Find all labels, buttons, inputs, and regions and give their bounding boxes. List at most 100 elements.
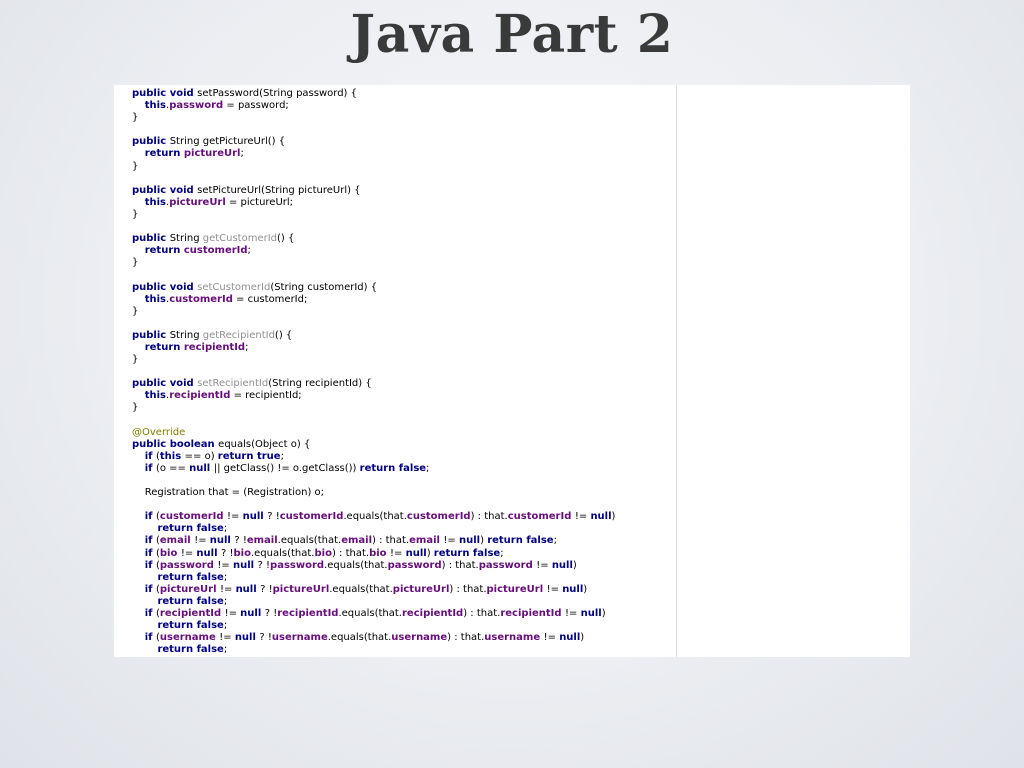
- code-line: if (o == null || getClass() != o.getClas…: [132, 463, 615, 475]
- code-token: getRecipientId: [202, 329, 275, 341]
- code-token: !=: [217, 559, 233, 571]
- code-token: ;: [223, 644, 228, 656]
- code-token: public void: [132, 281, 198, 293]
- code-token: ) : that.: [372, 535, 410, 547]
- code-token: return false: [157, 595, 224, 607]
- code-line: return pictureUrl;: [132, 148, 615, 160]
- code-token: ) : that.: [449, 583, 487, 595]
- code-token: null: [459, 535, 481, 547]
- code-token: if: [144, 583, 156, 595]
- code-token: return: [144, 148, 184, 160]
- code-token: recipientId: [277, 608, 339, 620]
- code-token: ) : that.: [441, 559, 479, 571]
- code-token: .equals(that.: [250, 547, 315, 559]
- code-line: public boolean equals(Object o) {: [132, 439, 615, 451]
- code-editor-panel: public void setPassword(String password)…: [114, 85, 910, 657]
- code-token: ? !: [220, 547, 234, 559]
- code-line: }: [132, 306, 615, 318]
- code-token: public: [132, 136, 170, 148]
- code-token: = pictureUrl;: [225, 196, 294, 208]
- code-line: return recipientId;: [132, 342, 615, 354]
- code-token: password: [159, 559, 218, 571]
- code-token: recipientId: [500, 608, 566, 620]
- code-token: username: [391, 632, 448, 644]
- code-token: ;: [553, 535, 557, 547]
- code-token: username: [271, 632, 328, 644]
- code-token: null: [235, 583, 261, 595]
- code-token: Registration that = (Registration) o;: [132, 487, 325, 499]
- code-token: ;: [240, 148, 244, 160]
- code-token: null: [405, 547, 427, 559]
- code-token: !=: [219, 632, 235, 644]
- code-token: public: [132, 233, 170, 245]
- code-token: !=: [543, 632, 560, 644]
- code-token: }: [132, 354, 139, 366]
- code-token: ;: [223, 620, 228, 632]
- code-token: public void: [132, 184, 198, 196]
- code-token: customerId: [406, 511, 471, 523]
- code-token: this: [144, 100, 166, 112]
- code-token: public void: [132, 88, 198, 99]
- code-line: public void setCustomerId(String custome…: [132, 282, 615, 294]
- code-token: .equals(that.: [329, 583, 393, 595]
- code-token: public void: [132, 378, 198, 390]
- code-token: null: [234, 632, 260, 644]
- code-line: return false;: [132, 523, 615, 535]
- code-token: setCustomerId: [197, 281, 271, 293]
- code-token: (o ==: [155, 462, 190, 474]
- code-line: this.password = password;: [132, 100, 615, 112]
- code-token: ) : that.: [331, 547, 370, 559]
- code-token: bio: [369, 547, 391, 559]
- code-token: return false: [157, 523, 224, 535]
- code-line: if (pictureUrl != null ? !pictureUrl.equ…: [132, 584, 615, 596]
- code-line: }: [132, 354, 615, 366]
- code-token: pictureUrl: [392, 583, 450, 595]
- code-token: ? !: [257, 559, 271, 571]
- code-token: password: [270, 559, 325, 571]
- code-token: setPassword(String password) {: [197, 88, 357, 99]
- code-token: String: [169, 233, 203, 245]
- code-line: if (this == o) return true;: [132, 451, 615, 463]
- code-token: null: [189, 462, 214, 474]
- code-token: bio: [314, 547, 332, 559]
- code-line: return false;: [132, 620, 615, 632]
- code-token: password: [387, 559, 442, 571]
- code-token: customerId: [169, 293, 233, 305]
- code-token: ): [611, 511, 616, 523]
- code-token: bio: [159, 547, 181, 559]
- code-token: if: [144, 632, 156, 644]
- code-line: if (username != null ? !username.equals(…: [132, 632, 615, 644]
- code-token: pictureUrl: [159, 583, 220, 595]
- code-token: recipientId: [159, 608, 225, 620]
- code-token: = password;: [223, 100, 289, 112]
- code-token: }: [132, 112, 139, 124]
- code-line: if (password != null ? !password.equals(…: [132, 560, 615, 572]
- code-token: return false: [433, 547, 501, 559]
- code-token: ;: [426, 462, 430, 474]
- code-token: return false: [157, 644, 224, 656]
- code-line: if (customerId != null ? !customerId.equ…: [132, 511, 616, 523]
- code-token: recipientId: [402, 608, 464, 620]
- code-token: ) : that.: [447, 632, 485, 644]
- code-line: }: [132, 402, 615, 414]
- code-token: ): [580, 632, 585, 644]
- code-token: return false: [157, 571, 224, 583]
- code-token: customerId: [507, 511, 575, 523]
- code-token: !=: [546, 583, 563, 595]
- code-token: bio: [233, 547, 251, 559]
- code-token: public: [132, 329, 170, 341]
- code-token: !=: [224, 608, 241, 620]
- code-token: if: [144, 511, 156, 523]
- code-line: return false;: [132, 596, 615, 608]
